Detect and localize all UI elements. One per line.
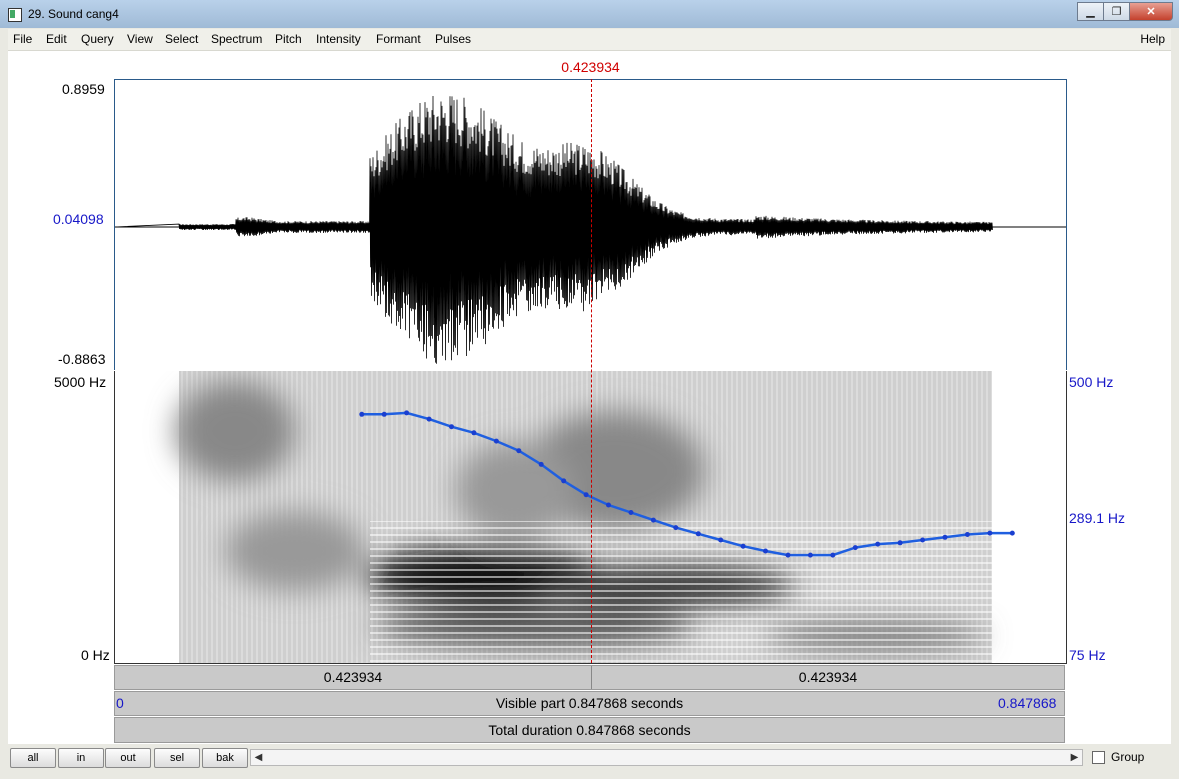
menu-spectrum[interactable]: Spectrum [211,32,262,46]
pitch-top-label: 500 Hz [1069,374,1114,390]
app-icon [8,8,22,22]
pitch-point-0 [359,411,365,417]
title-bar: 29. Sound cang4 ▁ ❐ ✕ [0,0,1179,28]
cursor-line [591,79,592,663]
all-button[interactable]: all [10,748,56,768]
spectrogram-bottom-label: 0 Hz [81,647,110,663]
bottom-toolbar: all in out sel bak ◀ ▶ Group [0,744,1179,779]
pitch-point-8 [538,461,544,467]
menu-help[interactable]: Help [1140,32,1165,46]
menu-view[interactable]: View [127,32,153,46]
scroll-left-icon[interactable]: ◀ [251,750,266,765]
pitch-point-4 [449,424,454,430]
menu-pitch[interactable]: Pitch [275,32,302,46]
pitch-point-2 [404,410,410,416]
cursor-time-label: 0.423934 [561,59,620,75]
right-segment[interactable]: 0.423934 [592,666,1064,689]
pitch-point-25 [920,537,926,543]
horizontal-scrollbar[interactable]: ◀ ▶ [250,749,1083,766]
visible-part-label: Visible part 0.847868 seconds [495,695,684,711]
window-controls: ▁ ❐ ✕ [1077,2,1173,21]
editor-canvas[interactable]: 0.423934 0.8959 0.04098 -0.8863 5000 Hz … [8,51,1171,744]
bak-button[interactable]: bak [202,748,248,768]
pitch-point-17 [740,543,746,549]
pitch-mid-label: 289.1 Hz [1069,510,1126,526]
close-button[interactable]: ✕ [1129,2,1173,21]
in-button[interactable]: in [58,748,104,768]
total-duration-bar[interactable]: Total duration 0.847868 seconds [114,717,1065,743]
pitch-point-26 [942,534,948,540]
pitch-point-18 [763,548,768,554]
menu-edit[interactable]: Edit [46,32,67,46]
pitch-point-3 [426,416,432,422]
pitch-point-12 [628,510,634,515]
group-checkbox[interactable] [1092,750,1105,764]
menu-intensity[interactable]: Intensity [316,32,361,46]
pitch-point-1 [381,411,387,417]
pitch-point-27 [964,532,970,537]
total-duration-label: Total duration 0.847868 seconds [488,722,691,738]
menu-bar: File Edit Query View Select Spectrum Pit… [8,29,1171,51]
out-button[interactable]: out [105,748,151,768]
visible-start-label: 0 [116,695,124,711]
menu-file[interactable]: File [13,32,32,46]
spectrogram-top-label: 5000 Hz [54,374,107,390]
group-toggle[interactable]: Group [1092,750,1144,764]
pitch-point-10 [583,492,589,498]
scroll-right-icon[interactable]: ▶ [1067,750,1082,765]
minimize-button[interactable]: ▁ [1077,2,1104,21]
pitch-point-19 [785,552,791,558]
pitch-point-22 [852,545,858,551]
menu-formant[interactable]: Formant [376,32,421,46]
pitch-bottom-label: 75 Hz [1069,647,1106,663]
pitch-point-23 [875,541,881,547]
maximize-button[interactable]: ❐ [1103,2,1130,21]
pitch-point-29 [1009,530,1015,536]
pitch-point-20 [807,552,813,558]
waveform-max-label: 0.8959 [62,81,105,97]
visible-part-bar[interactable]: Visible part 0.847868 seconds [114,691,1065,716]
waveform-path [115,95,993,364]
menu-query[interactable]: Query [81,32,114,46]
pitch-point-24 [897,540,903,546]
pitch-point-11 [606,502,611,508]
pitch-point-9 [561,478,567,484]
pitch-point-7 [516,448,522,454]
menu-pulses[interactable]: Pulses [435,32,471,46]
pitch-point-5 [471,430,477,436]
left-segment[interactable]: 0.423934 [115,666,591,689]
group-label: Group [1111,750,1145,764]
window-title: 29. Sound cang4 [28,7,119,21]
pitch-point-16 [718,537,724,543]
pitch-point-14 [673,525,679,531]
pitch-point-13 [650,517,656,523]
pitch-point-15 [695,531,701,537]
menu-select[interactable]: Select [165,32,198,46]
visible-end-label: 0.847868 [998,695,1057,711]
waveform-min-label: -0.8863 [58,351,106,367]
sel-button[interactable]: sel [154,748,200,768]
selection-bar[interactable]: 0.423934 0.423934 [114,665,1065,690]
pitch-point-21 [830,552,836,558]
pitch-point-6 [493,438,499,444]
pitch-point-28 [987,530,993,536]
waveform-trace [115,95,993,364]
waveform-mid-label: 0.04098 [53,211,104,227]
